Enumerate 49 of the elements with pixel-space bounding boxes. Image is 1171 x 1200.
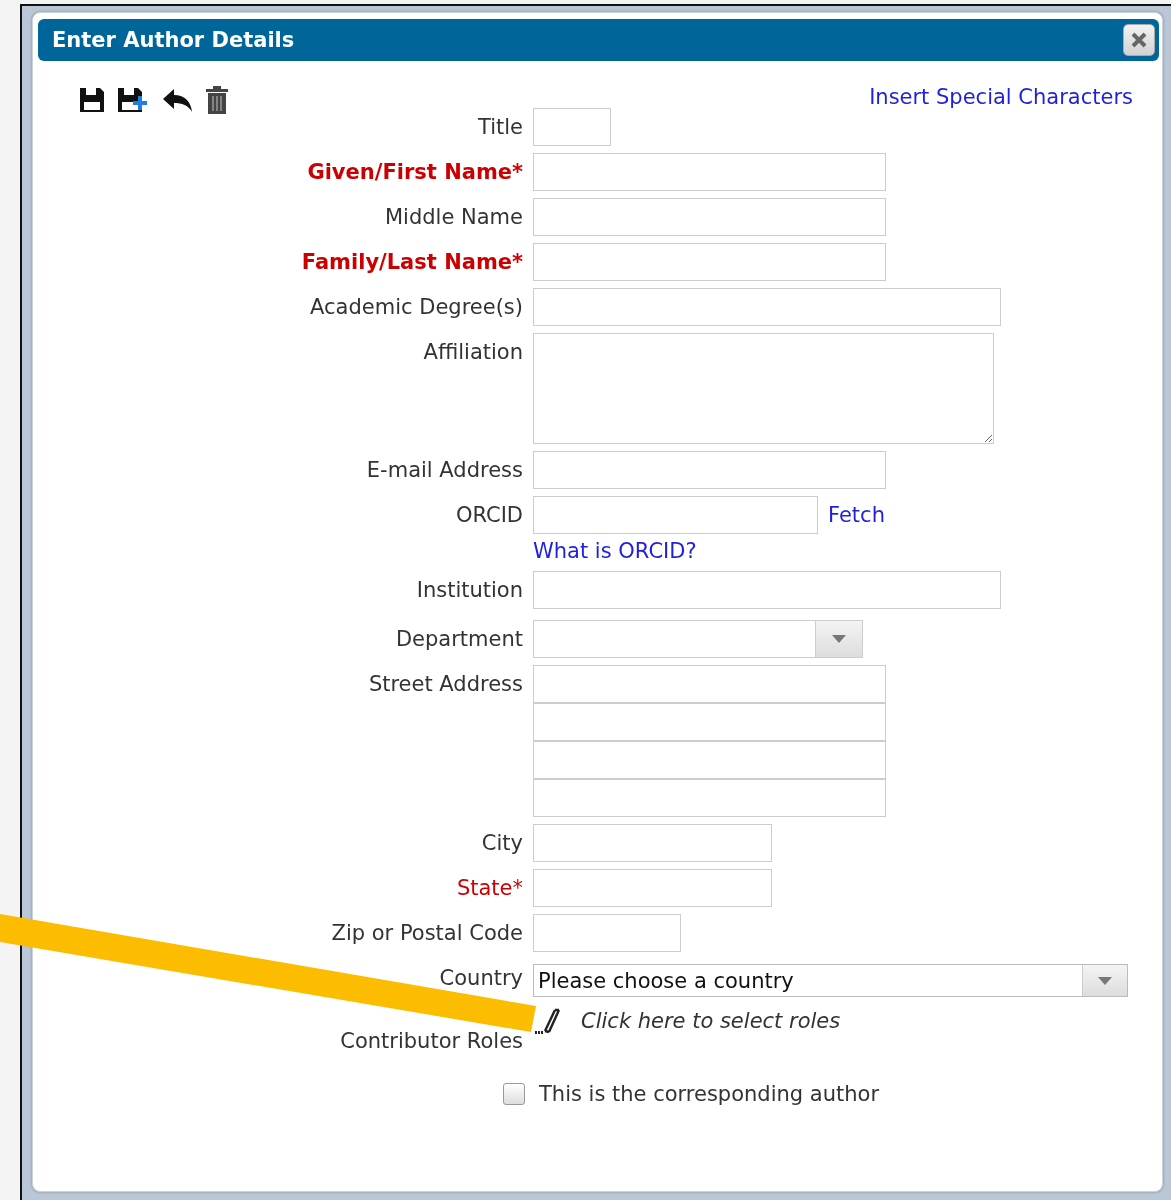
field-label: Country bbox=[439, 965, 523, 991]
country-dropdown[interactable]: Please choose a country bbox=[533, 964, 1128, 997]
address-field[interactable] bbox=[533, 779, 886, 817]
text-field[interactable] bbox=[533, 824, 772, 862]
text-field[interactable] bbox=[533, 288, 1001, 326]
text-field[interactable] bbox=[533, 869, 772, 907]
field-label: Title bbox=[478, 114, 523, 140]
save-icon[interactable] bbox=[78, 86, 106, 114]
field-label: Academic Degree(s) bbox=[310, 294, 523, 320]
caret-icon bbox=[832, 635, 846, 643]
address-field[interactable] bbox=[533, 703, 886, 741]
text-field[interactable] bbox=[533, 153, 886, 191]
text-field[interactable] bbox=[533, 243, 886, 281]
title-field[interactable] bbox=[533, 108, 611, 146]
fetch-link[interactable]: Fetch bbox=[828, 503, 885, 527]
address-field[interactable] bbox=[533, 741, 886, 779]
address-field[interactable] bbox=[533, 665, 886, 703]
reply-arrow-icon[interactable] bbox=[162, 87, 194, 113]
text-field[interactable] bbox=[533, 571, 1001, 609]
field-label: ORCID bbox=[455, 502, 523, 528]
field-label: Family/Last Name* bbox=[301, 249, 523, 275]
field-label: Institution bbox=[416, 577, 523, 603]
field-label: Street Address bbox=[368, 671, 523, 697]
orcid-help-link[interactable]: What is ORCID? bbox=[533, 538, 697, 564]
close-button[interactable] bbox=[1123, 24, 1155, 56]
field-label: Middle Name bbox=[385, 204, 523, 230]
trash-icon[interactable] bbox=[204, 85, 230, 115]
window-title: Enter Author Details bbox=[52, 28, 295, 52]
field-label: Affiliation bbox=[423, 339, 523, 365]
text-field[interactable] bbox=[533, 198, 886, 236]
field-label: Department bbox=[395, 626, 523, 652]
insert-special-characters-link[interactable]: Insert Special Characters bbox=[869, 85, 1133, 109]
caret-icon bbox=[1098, 976, 1112, 985]
checkbox[interactable] bbox=[503, 1083, 525, 1105]
field-label: City bbox=[481, 830, 523, 856]
department-dropdown[interactable] bbox=[533, 620, 863, 658]
roles-link[interactable]: Click here to select roles bbox=[581, 1009, 841, 1033]
checkbox-label: This is the corresponding author bbox=[539, 1082, 880, 1106]
field-label: Given/First Name* bbox=[307, 159, 523, 185]
field-label: State* bbox=[456, 875, 523, 901]
zip-field[interactable] bbox=[533, 914, 681, 952]
field-label: Contributor Roles bbox=[340, 1028, 523, 1054]
orcid-field[interactable] bbox=[533, 496, 818, 534]
pencil-icon[interactable] bbox=[533, 1006, 563, 1036]
field-label: Zip or Postal Code bbox=[331, 920, 523, 946]
affiliation-field[interactable] bbox=[533, 333, 994, 444]
text-field[interactable] bbox=[533, 451, 886, 489]
field-label: E-mail Address bbox=[366, 457, 523, 483]
close-icon bbox=[1130, 31, 1148, 49]
